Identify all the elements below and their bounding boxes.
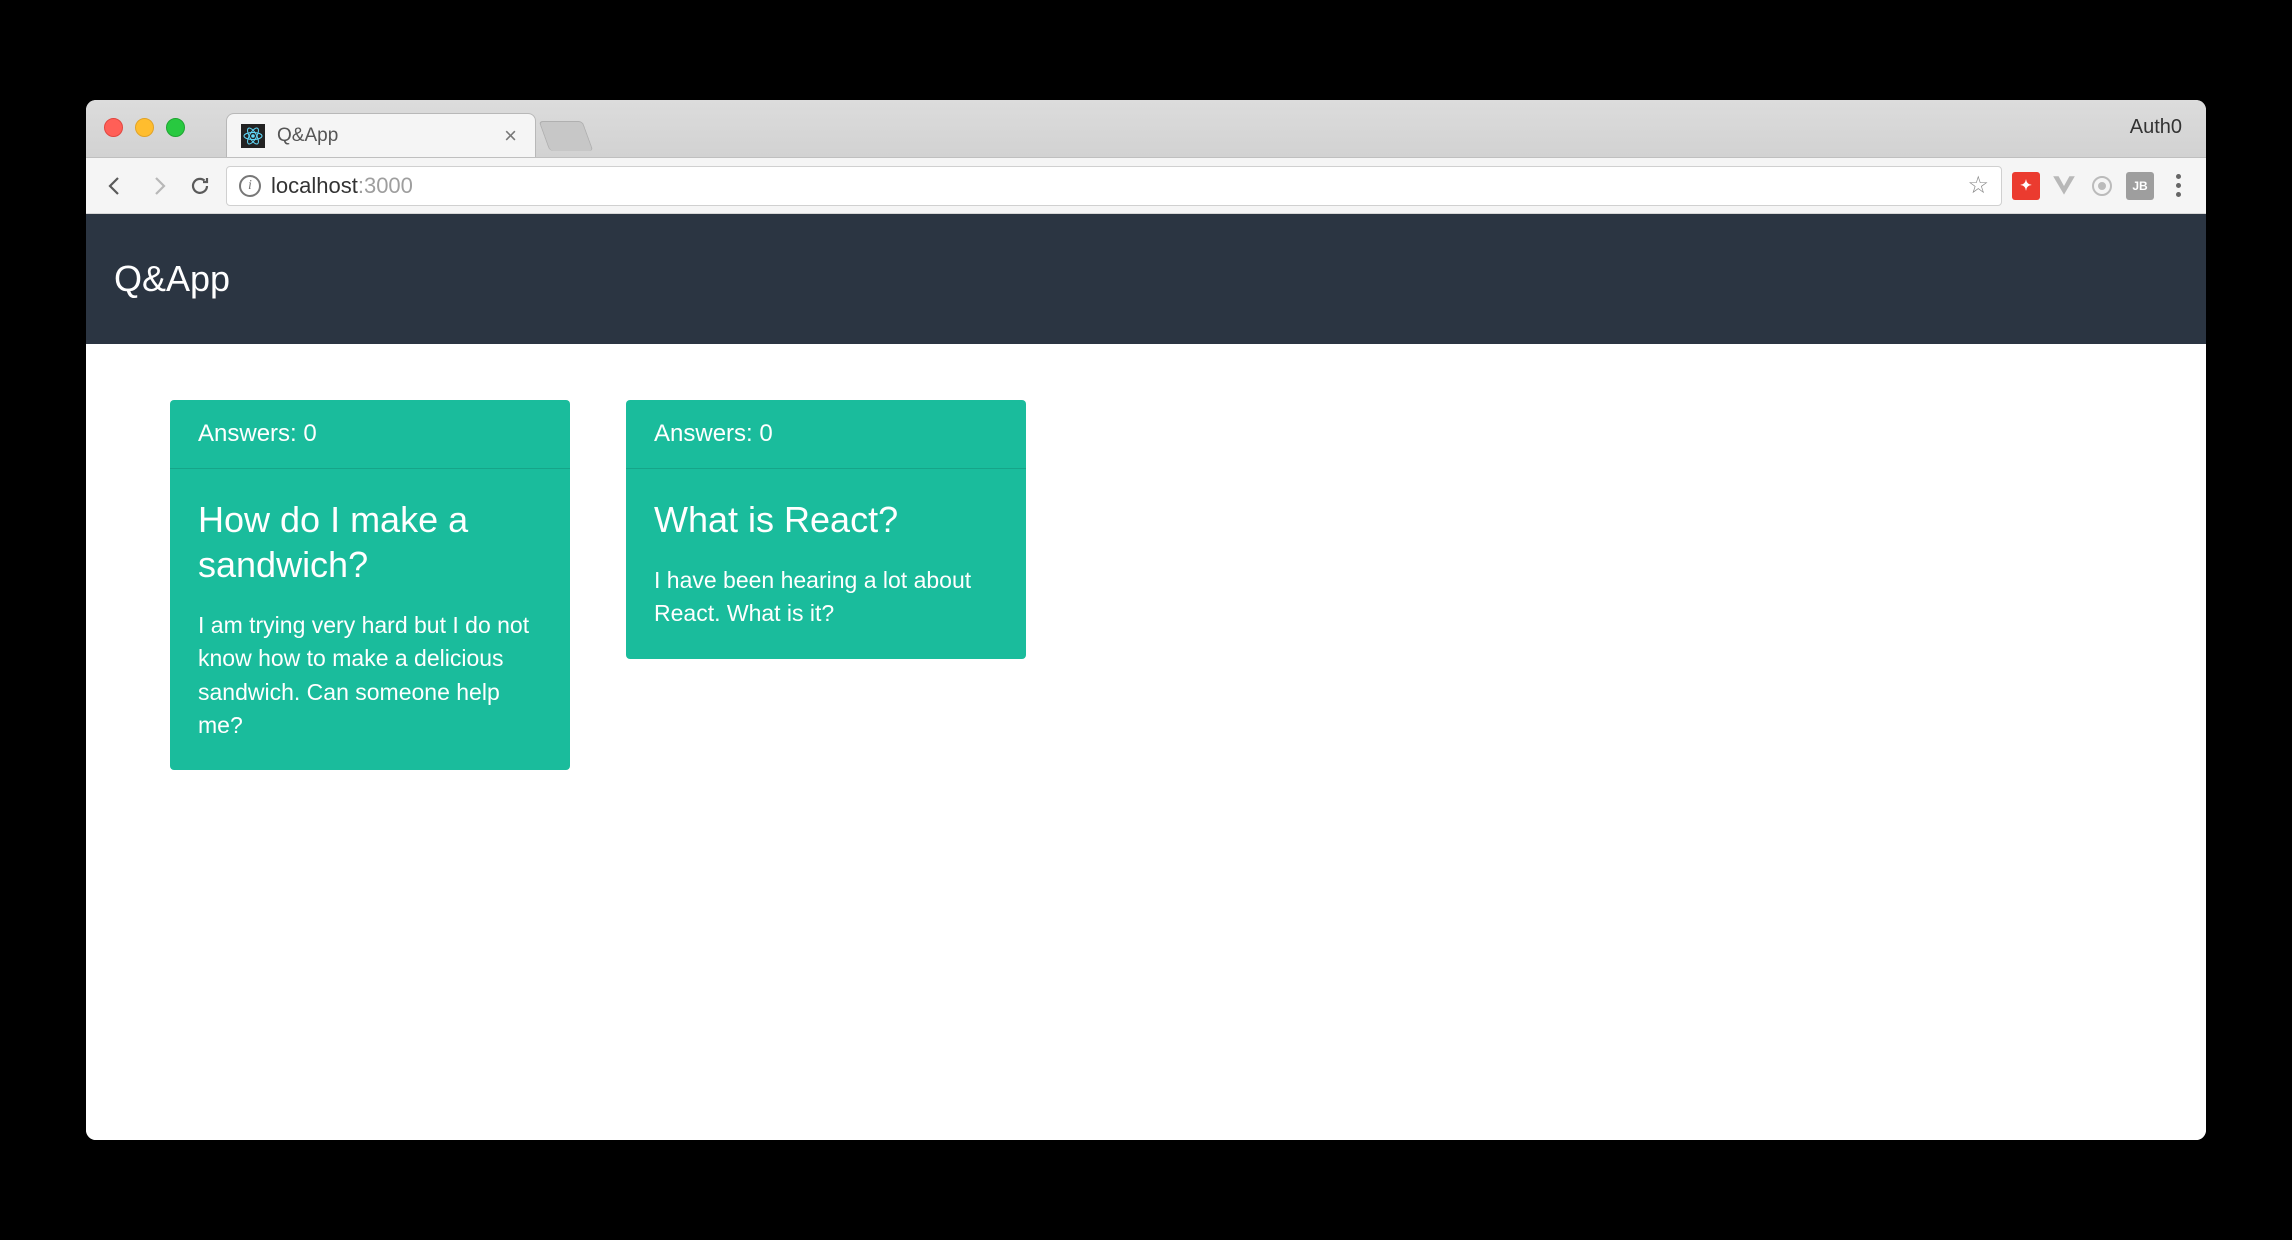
browser-window: Q&App × Auth0 i localhost:3000 ☆ ✦ (86, 100, 2206, 1140)
window-controls (104, 118, 185, 137)
new-tab-button[interactable] (539, 121, 594, 151)
chrome-toolbar: i localhost:3000 ☆ ✦ JB (86, 158, 2206, 214)
extension-icon-1[interactable]: ✦ (2012, 172, 2040, 200)
card-answers-count: Answers: 0 (170, 400, 570, 469)
question-card[interactable]: Answers: 0 How do I make a sandwich? I a… (170, 400, 570, 770)
reload-button[interactable] (184, 170, 216, 202)
tab-row: Q&App × (226, 100, 588, 157)
tab-close-icon[interactable]: × (500, 123, 521, 149)
profile-label[interactable]: Auth0 (2130, 116, 2182, 139)
card-text: I am trying very hard but I do not know … (198, 609, 542, 742)
url-host: localhost (271, 173, 358, 198)
react-favicon-icon (241, 124, 265, 148)
card-body: How do I make a sandwich? I am trying ve… (170, 469, 570, 770)
site-info-icon[interactable]: i (239, 175, 261, 197)
page-viewport: Q&App Answers: 0 How do I make a sandwic… (86, 214, 2206, 1140)
maximize-window-button[interactable] (166, 118, 185, 137)
card-title: What is React? (654, 497, 998, 542)
question-card[interactable]: Answers: 0 What is React? I have been he… (626, 400, 1026, 659)
close-window-button[interactable] (104, 118, 123, 137)
app-navbar: Q&App (86, 214, 2206, 344)
chrome-tabbar: Q&App × Auth0 (86, 100, 2206, 158)
vue-extension-icon[interactable] (2050, 172, 2078, 200)
card-answers-count: Answers: 0 (626, 400, 1026, 469)
url-port: :3000 (358, 173, 413, 198)
forward-button[interactable] (142, 170, 174, 202)
url-text: localhost:3000 (271, 173, 1957, 199)
jb-extension-icon[interactable]: JB (2126, 172, 2154, 200)
card-text: I have been hearing a lot about React. W… (654, 564, 998, 631)
card-body: What is React? I have been hearing a lot… (626, 469, 1026, 659)
browser-tab[interactable]: Q&App × (226, 113, 536, 157)
back-button[interactable] (100, 170, 132, 202)
extension-icon-3[interactable] (2088, 172, 2116, 200)
navbar-brand[interactable]: Q&App (114, 258, 230, 300)
cards-container: Answers: 0 How do I make a sandwich? I a… (86, 344, 2206, 826)
chrome-menu-button[interactable] (2164, 172, 2192, 200)
tab-title: Q&App (277, 125, 488, 147)
card-title: How do I make a sandwich? (198, 497, 542, 587)
address-bar[interactable]: i localhost:3000 ☆ (226, 166, 2002, 206)
minimize-window-button[interactable] (135, 118, 154, 137)
bookmark-star-icon[interactable]: ☆ (1967, 171, 1989, 200)
